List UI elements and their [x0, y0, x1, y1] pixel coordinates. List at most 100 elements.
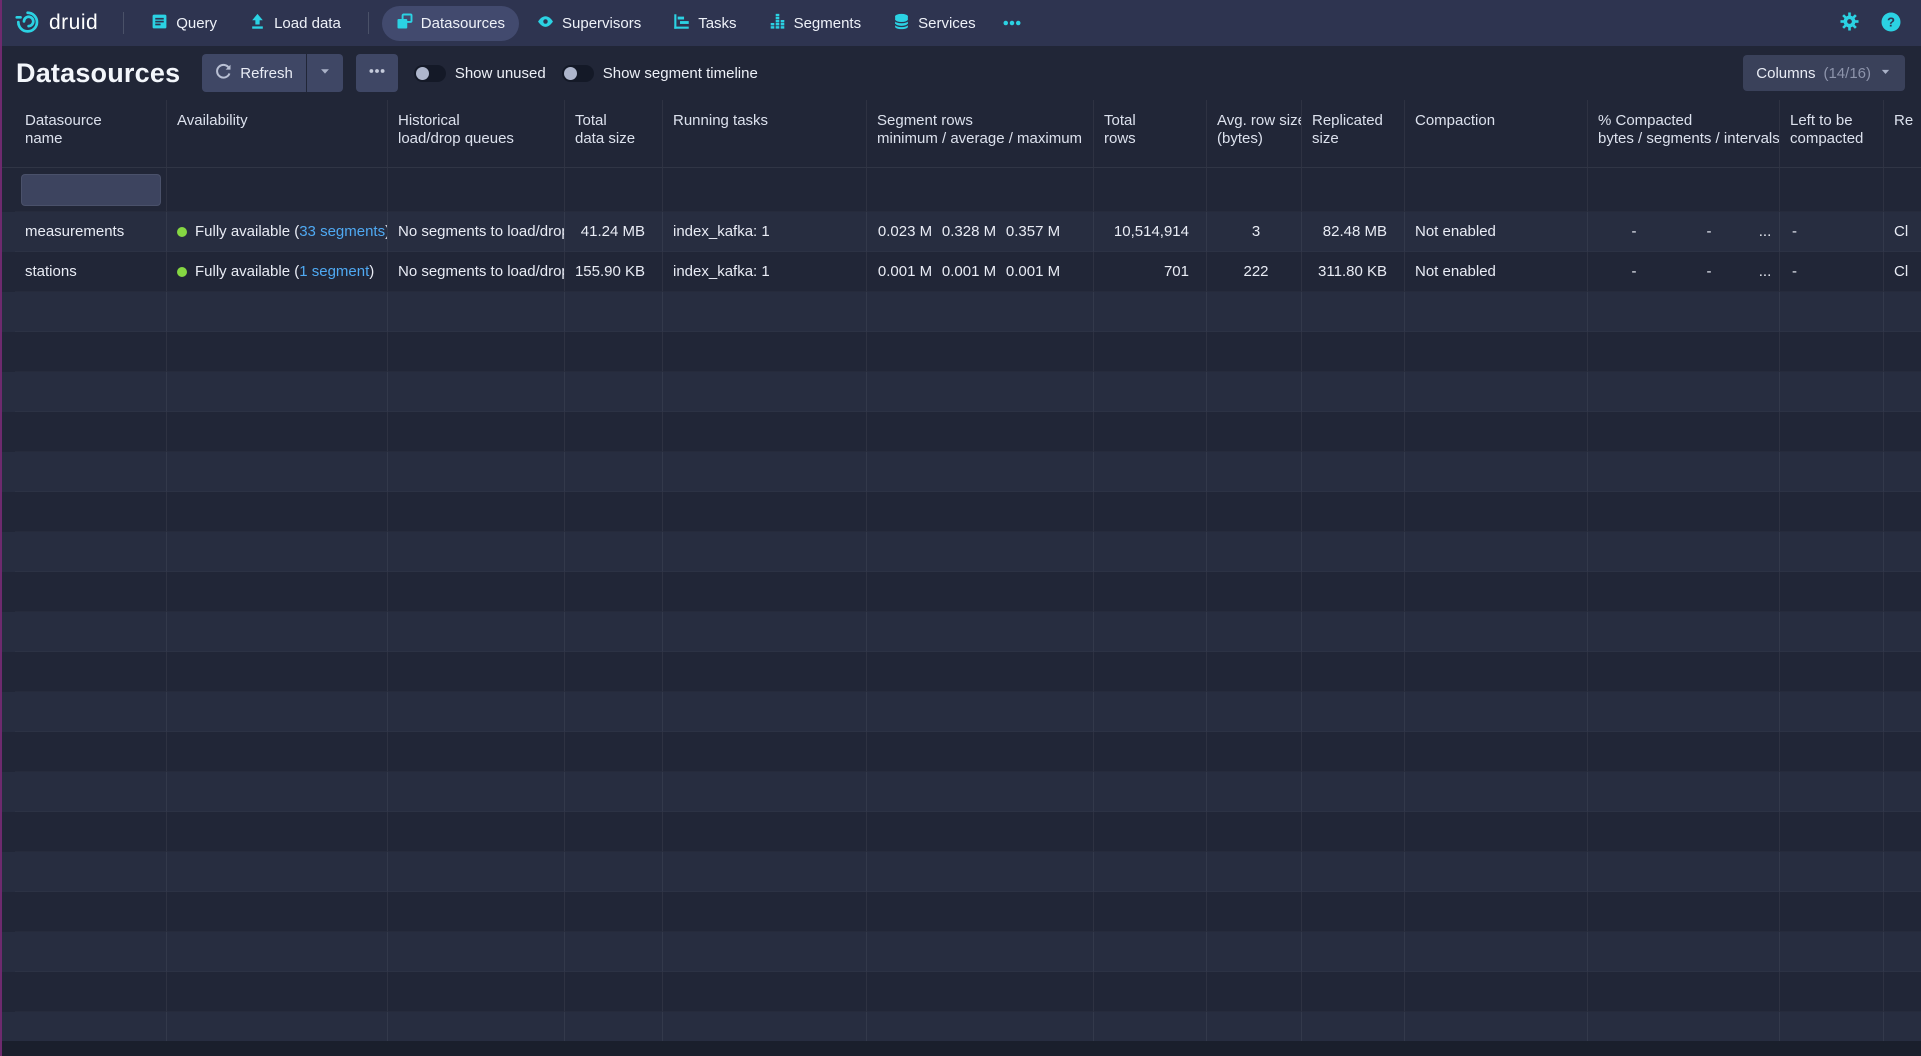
cell-replicated_size: [1302, 812, 1405, 852]
cell-left_to_be_compacted: [1780, 572, 1884, 612]
column-header-pct_compacted[interactable]: % Compactedbytes / segments / intervals: [1588, 100, 1780, 167]
cell-segment_rows: [867, 692, 1094, 732]
settings-button[interactable]: [1838, 10, 1861, 36]
cell-pct_compacted: [1588, 732, 1780, 772]
datasource-name-filter-input[interactable]: [21, 174, 161, 206]
cell-compaction: [1405, 932, 1588, 972]
table-row-empty: [0, 932, 1921, 972]
nav-item-supervisors[interactable]: Supervisors: [523, 6, 655, 41]
column-header-line2: rows: [1104, 130, 1196, 148]
cell-avg_row_size: [1207, 1012, 1302, 1041]
cell-retention: [1884, 972, 1921, 1012]
columns-picker-button[interactable]: Columns (14/16): [1743, 55, 1905, 91]
cell-avg_row_size: [1207, 332, 1302, 372]
cell-avg_row_size: [1207, 892, 1302, 932]
cell-avg_row_size: [1207, 972, 1302, 1012]
show-segment-timeline-toggle[interactable]: Show segment timeline: [562, 65, 758, 82]
cell-retention: [1884, 812, 1921, 852]
column-header-running_tasks[interactable]: Running tasks: [663, 100, 867, 167]
cell-total_data_size: [565, 692, 663, 732]
cell-total_data_size: [565, 612, 663, 652]
cell-running_tasks: [663, 812, 867, 852]
cell-total_rows: [1094, 932, 1207, 972]
cell-running_tasks: [663, 932, 867, 972]
column-header-segment_rows[interactable]: Segment rowsminimum / average / maximum: [867, 100, 1094, 167]
toggle-knob: [416, 67, 429, 80]
cell-total_data_size: [565, 972, 663, 1012]
show-unused-toggle[interactable]: Show unused: [414, 65, 546, 82]
column-header-replicated_size[interactable]: Replicatedsize: [1302, 100, 1405, 167]
refresh-options-button[interactable]: [307, 54, 343, 92]
cell-queues: [388, 652, 565, 692]
cell-replicated_size: [1302, 572, 1405, 612]
column-header-total_rows[interactable]: Totalrows: [1094, 100, 1207, 167]
more-actions-button[interactable]: [356, 54, 398, 92]
nav-item-load-data[interactable]: Load data: [235, 6, 355, 41]
cell-avg_row_size: [1207, 492, 1302, 532]
cell-replicated_size: [1302, 168, 1405, 212]
cell-replicated_size: [1302, 532, 1405, 572]
pct_compacted-value-1: -: [1674, 223, 1744, 240]
refresh-button-group: Refresh: [202, 54, 343, 92]
cell-avg_row_size: [1207, 612, 1302, 652]
upload-icon: [249, 13, 266, 34]
cell-avg_row_size: [1207, 932, 1302, 972]
cell-total_data_size: [565, 892, 663, 932]
nav-more-button[interactable]: [992, 6, 1032, 40]
nav-item-datasources[interactable]: Datasources: [382, 6, 519, 41]
cell-availability: [167, 652, 388, 692]
table-row-empty: [0, 532, 1921, 572]
nav-item-tasks[interactable]: Tasks: [659, 6, 750, 41]
cell-total_data_size: [565, 772, 663, 812]
nav-item-services[interactable]: Services: [879, 6, 990, 41]
cell-segment_rows: [867, 652, 1094, 692]
cell-segment_rows: [867, 732, 1094, 772]
cell-availability: [167, 812, 388, 852]
cell-compaction: Not enabled: [1405, 212, 1588, 252]
cell-replicated_size: [1302, 292, 1405, 332]
app-logo[interactable]: druid: [14, 8, 98, 39]
segments-link[interactable]: 1 segment: [299, 263, 369, 280]
column-header-availability[interactable]: Availability: [167, 100, 388, 167]
cell-queues: [388, 612, 565, 652]
show-segment-timeline-label: Show segment timeline: [603, 65, 758, 82]
table-row-empty: [0, 692, 1921, 732]
cell-total_rows: [1094, 532, 1207, 572]
help-button[interactable]: ?: [1879, 10, 1903, 37]
column-header-compaction[interactable]: Compaction: [1405, 100, 1588, 167]
segment_rows-value-1: 0.328 M: [937, 223, 1001, 240]
cell-replicated_size: 82.48 MB: [1302, 212, 1405, 252]
cell-name: [15, 732, 167, 772]
cell-queues: [388, 852, 565, 892]
column-header-queues[interactable]: Historicalload/drop queues: [388, 100, 565, 167]
cell-name: [15, 652, 167, 692]
horizontal-scrollbar[interactable]: [0, 1041, 1921, 1056]
column-header-left_to_be_compacted[interactable]: Left to becompacted: [1780, 100, 1884, 167]
pct_compacted-value-2: ...: [1744, 223, 1780, 240]
refresh-button[interactable]: Refresh: [202, 54, 306, 92]
cell-name: [15, 972, 167, 1012]
column-header-total_data_size[interactable]: Totaldata size: [565, 100, 663, 167]
gear-icon: [1840, 12, 1859, 34]
cell-avg_row_size: [1207, 572, 1302, 612]
cell-avg_row_size: [1207, 652, 1302, 692]
cell-avg_row_size: [1207, 452, 1302, 492]
cell-total_data_size: [565, 732, 663, 772]
cell-running_tasks: [663, 532, 867, 572]
cell-segment_rows: [867, 412, 1094, 452]
cell-queues: No segments to load/drop: [388, 252, 565, 292]
cell-name: [15, 1012, 167, 1041]
nav-item-segments[interactable]: Segments: [755, 6, 876, 41]
cell-running_tasks: [663, 652, 867, 692]
nav-item-label: Tasks: [698, 15, 736, 32]
column-header-avg_row_size[interactable]: Avg. row size(bytes): [1207, 100, 1302, 167]
cell-segment_rows: [867, 932, 1094, 972]
cell-segment_rows: [867, 292, 1094, 332]
segments-link[interactable]: 33 segments: [299, 223, 385, 240]
column-header-name[interactable]: Datasourcename: [15, 100, 167, 167]
window-edge-accent: [0, 0, 2, 1056]
druid-logo-icon: [14, 8, 40, 39]
column-header-retention[interactable]: Re: [1884, 100, 1921, 167]
nav-item-query[interactable]: Query: [137, 6, 231, 41]
table-row-empty: [0, 652, 1921, 692]
